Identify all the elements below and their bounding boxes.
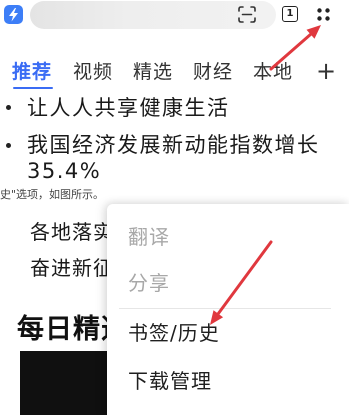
news-item[interactable]: 各地落实 xyxy=(30,219,114,245)
tab-count-value: 1 xyxy=(286,8,294,19)
menu-item-label: 分享 xyxy=(128,271,170,295)
menu-item-label: 翻译 xyxy=(128,225,170,249)
menu-item-label: 下载管理 xyxy=(128,369,212,393)
bullet-dot xyxy=(6,105,11,110)
active-tab-indicator xyxy=(13,87,53,89)
menu-item-bookmarks-history[interactable]: 书签/历史 xyxy=(107,311,349,355)
search-bar[interactable] xyxy=(30,1,276,29)
tab-featured[interactable]: 精选 xyxy=(133,59,173,85)
menu-divider xyxy=(119,308,331,309)
news-thumbnail[interactable] xyxy=(20,351,120,415)
tab-count-button[interactable]: 1 xyxy=(282,6,298,22)
tab-finance[interactable]: 财经 xyxy=(193,59,233,85)
tab-local[interactable]: 本地 xyxy=(253,59,293,85)
headline-economy[interactable]: 我国经济发展新动能指数增长 xyxy=(27,132,349,158)
headline-health[interactable]: 让人人共享健康生活 xyxy=(27,95,349,121)
document-caption: 史"选项，如图所示。 xyxy=(0,188,105,201)
top-bar: 1 xyxy=(0,0,349,32)
menu-item-downloads[interactable]: 下载管理 xyxy=(107,359,349,403)
overflow-menu: 翻译 分享 书签/历史 下载管理 xyxy=(107,204,349,415)
grid-dots-icon[interactable] xyxy=(316,7,331,22)
bullet-dot xyxy=(6,143,11,148)
headline-economy-continued[interactable]: 35.4% xyxy=(27,158,349,184)
menu-item-label: 书签/历史 xyxy=(128,321,220,345)
browser-screen: 1 推荐 视频 精选 财经 本地 + 让人人共享健康生活 我国经济发展新动能指数… xyxy=(0,0,349,415)
scan-icon[interactable] xyxy=(238,6,256,23)
tab-video[interactable]: 视频 xyxy=(73,59,113,85)
app-logo-icon[interactable] xyxy=(4,5,23,24)
tab-recommend[interactable]: 推荐 xyxy=(12,59,52,85)
menu-item-share: 分享 xyxy=(107,261,349,305)
news-item[interactable]: 奋进新征 xyxy=(30,255,114,281)
menu-item-translate: 翻译 xyxy=(107,215,349,259)
add-channel-button[interactable]: + xyxy=(316,56,336,86)
